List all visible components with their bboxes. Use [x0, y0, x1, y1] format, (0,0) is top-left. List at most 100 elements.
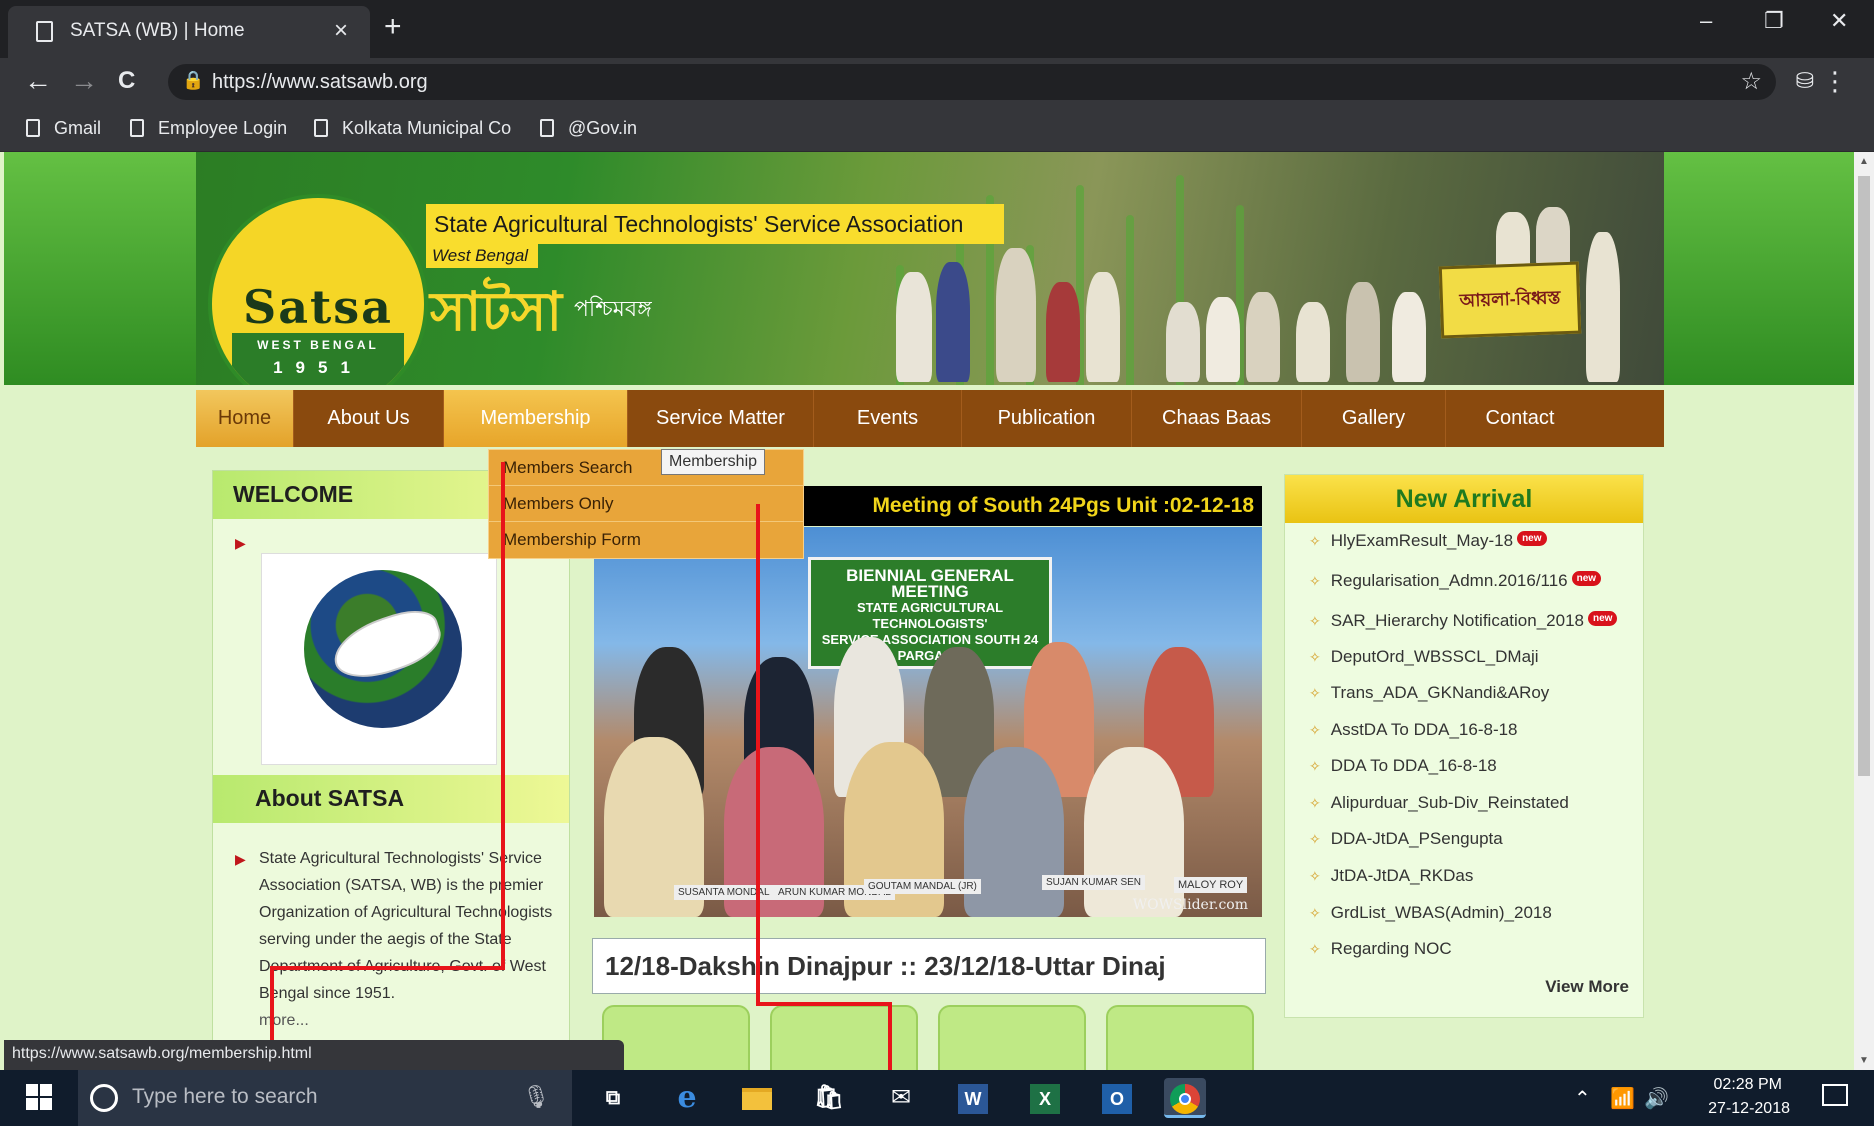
satsa-logo: Satsa WEST BENGAL 1951	[208, 194, 428, 385]
word-icon[interactable]: W	[952, 1078, 994, 1118]
meeting-banner: BIENNIAL GENERAL MEETING STATE AGRICULTU…	[808, 557, 1052, 669]
banner-photo-person	[1296, 302, 1330, 382]
back-icon[interactable]: ←	[24, 66, 52, 96]
volume-icon[interactable]: 🔊	[1644, 1086, 1669, 1111]
new-arrival-item[interactable]: ✧ DeputOrd_WBSSCL_DMaji	[1309, 647, 1539, 667]
new-arrival-item[interactable]: ✧ JtDA-JtDA_RKDas	[1309, 866, 1473, 886]
edge-icon[interactable]: e	[666, 1078, 708, 1118]
new-arrival-item[interactable]: ✧ Regularisation_Admn.2016/116 new	[1309, 571, 1602, 591]
name-tag: GOUTAM MANDAL (JR)	[864, 879, 981, 894]
new-tab-button[interactable]: +	[384, 12, 402, 42]
new-arrival-panel: New Arrival ✧ HlyExamResult_May-18 new ✧ Re…	[1284, 474, 1644, 1018]
banner-photo-person	[896, 272, 932, 382]
about-text-body: State Agricultural Technologists' Servic…	[259, 850, 552, 1002]
news-ticker[interactable]: 12/18-Dakshin Dinajpur :: 23/12/18-Uttar…	[592, 938, 1266, 994]
tab-close-icon[interactable]: ×	[334, 17, 348, 45]
new-arrival-item[interactable]: ✧ DDA-JtDA_PSengupta	[1309, 829, 1503, 849]
new-arrival-item[interactable]: ✧ HlyExamResult_May-18 new	[1309, 531, 1547, 551]
membership-tooltip: Membership	[661, 449, 766, 475]
reload-icon[interactable]: C	[118, 66, 135, 96]
windows-start-icon[interactable]	[26, 1084, 52, 1110]
new-arrival-item[interactable]: ✧ Regarding NOC	[1309, 939, 1452, 959]
nav-home[interactable]: Home	[196, 390, 294, 447]
outlook-icon[interactable]: O	[1096, 1078, 1138, 1118]
taskbar-search[interactable]: Type here to search 🎙	[78, 1070, 572, 1126]
new-arrival-item[interactable]: ✧ AsstDA To DDA_16-8-18	[1309, 720, 1518, 740]
nav-contact[interactable]: Contact	[1446, 390, 1594, 447]
bookmark-star-icon[interactable]: ☆	[1740, 67, 1762, 96]
mail-icon[interactable]: ✉	[880, 1078, 922, 1118]
scroll-thumb[interactable]	[1858, 176, 1870, 776]
clock-time[interactable]: 02:28 PM	[1672, 1076, 1782, 1094]
close-window-button[interactable]: ✕	[1830, 8, 1848, 34]
microphone-icon[interactable]: 🎙	[522, 1084, 550, 1110]
logo-region: WEST BENGAL	[257, 338, 379, 352]
url-text[interactable]: https://www.satsawb.org	[212, 71, 428, 94]
chevron-right-icon: ▶	[235, 535, 246, 551]
browser-tab[interactable]: SATSA (WB) | Home ×	[8, 6, 370, 58]
meeting-photo-slider[interactable]: BIENNIAL GENERAL MEETING STATE AGRICULTU…	[594, 527, 1262, 917]
store-icon[interactable]: 🛍	[808, 1078, 850, 1118]
quick-link-tile[interactable]	[770, 1005, 918, 1070]
bullet-icon: ✧	[1309, 905, 1321, 921]
quick-link-tile[interactable]	[602, 1005, 750, 1070]
task-view-icon[interactable]: ⧉	[592, 1078, 634, 1118]
organization-state: West Bengal	[426, 244, 538, 268]
page-scrollbar[interactable]: ▲ ▼	[1854, 152, 1874, 1070]
bengali-state-text: পশ্চিমবঙ্গ	[574, 296, 652, 321]
scroll-up-icon[interactable]: ▲	[1859, 156, 1869, 167]
banner-photo-person	[1086, 272, 1120, 382]
new-arrival-item[interactable]: ✧ Alipurduar_Sub-Div_Reinstated	[1309, 793, 1569, 813]
nav-publication[interactable]: Publication	[962, 390, 1132, 447]
excel-icon[interactable]: X	[1024, 1078, 1066, 1118]
nav-service-matter[interactable]: Service Matter	[628, 390, 814, 447]
annotation-line	[756, 504, 760, 1006]
bullet-icon: ✧	[1309, 722, 1321, 738]
chrome-menu-icon[interactable]: ⋮	[1822, 66, 1848, 97]
new-arrival-item[interactable]: ✧ Trans_ADA_GKNandi&ARoy	[1309, 683, 1549, 703]
bookmark-gov-in[interactable]: @Gov.in	[540, 118, 637, 139]
page-icon	[36, 21, 53, 42]
new-arrival-item[interactable]: ✧ DDA To DDA_16-8-18	[1309, 756, 1497, 776]
banner-photo-person	[1206, 297, 1240, 382]
file-explorer-icon[interactable]	[736, 1078, 778, 1118]
search-placeholder[interactable]: Type here to search	[132, 1085, 318, 1109]
clock-date[interactable]: 27-12-2018	[1680, 1100, 1790, 1118]
bookmark-employee-login[interactable]: Employee Login	[130, 118, 287, 139]
bookmark-gmail[interactable]: Gmail	[26, 118, 101, 139]
address-bar[interactable]: 🔒 https://www.satsawb.org ☆	[168, 64, 1776, 100]
chevron-up-icon[interactable]: ⌃	[1574, 1086, 1591, 1111]
bullet-icon: ✧	[1309, 941, 1321, 957]
cortana-icon	[90, 1084, 118, 1112]
logo-year: 1951	[273, 358, 363, 377]
nav-gallery[interactable]: Gallery	[1302, 390, 1446, 447]
bengali-logo-text: সাটসা	[430, 279, 563, 343]
notification-center-icon[interactable]	[1822, 1084, 1848, 1106]
new-arrival-item[interactable]: ✧ GrdList_WBAS(Admin)_2018	[1309, 903, 1552, 923]
new-arrival-item[interactable]: ✧ SAR_Hierarchy Notification_2018 new	[1309, 611, 1618, 631]
tab-title: SATSA (WB) | Home	[70, 20, 245, 41]
forward-icon[interactable]: →	[70, 66, 98, 96]
view-more-link[interactable]: View More	[1545, 977, 1629, 997]
lock-icon: 🔒	[182, 70, 205, 90]
banner-photo-person	[1392, 292, 1426, 382]
new-badge: new	[1587, 611, 1618, 626]
restore-button[interactable]: ❐	[1764, 8, 1784, 34]
scroll-down-icon[interactable]: ▼	[1859, 1055, 1869, 1066]
quick-link-tile[interactable]	[938, 1005, 1086, 1070]
banner-photo-person	[936, 262, 970, 382]
incognito-extension-icon[interactable]: ⛁	[1796, 68, 1814, 94]
about-more-link[interactable]: more...	[259, 1012, 309, 1029]
quick-link-tile[interactable]	[1106, 1005, 1254, 1070]
minimize-button[interactable]: –	[1700, 8, 1712, 34]
bookmark-kolkata-municipal[interactable]: Kolkata Municipal Co	[314, 118, 511, 139]
page-icon	[314, 119, 328, 137]
network-icon[interactable]: 📶	[1610, 1086, 1635, 1111]
chrome-icon[interactable]	[1164, 1078, 1206, 1118]
nav-about-us[interactable]: About Us	[294, 390, 444, 447]
new-arrival-heading: New Arrival	[1285, 475, 1643, 523]
nav-chaas-baas[interactable]: Chaas Baas	[1132, 390, 1302, 447]
bullet-icon: ✧	[1309, 831, 1321, 847]
nav-membership[interactable]: Membership	[444, 390, 628, 447]
nav-events[interactable]: Events	[814, 390, 962, 447]
